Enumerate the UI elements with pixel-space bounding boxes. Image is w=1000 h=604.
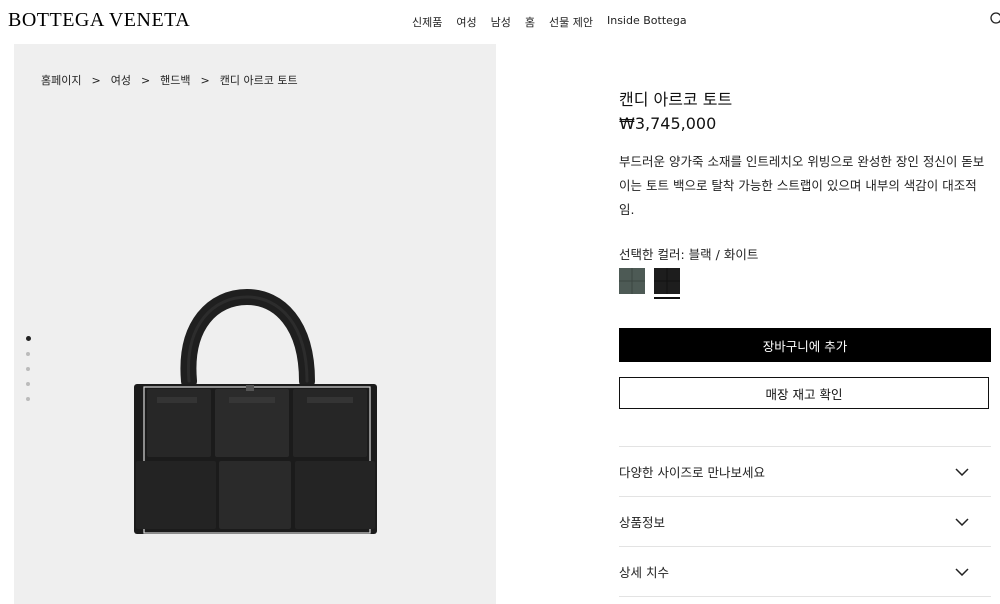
chevron-down-icon — [955, 467, 969, 476]
accordion-dimensions[interactable]: 상세 치수 — [619, 546, 991, 596]
color-swatch-green[interactable] — [619, 268, 645, 294]
accordion-label: 다양한 사이즈로 만나보세요 — [619, 465, 765, 480]
nav-item-women[interactable]: 여성 — [456, 14, 476, 30]
gallery-dot[interactable] — [26, 382, 30, 386]
nav-item-new[interactable]: 신제품 — [412, 14, 442, 30]
breadcrumb-separator: > — [140, 73, 151, 87]
gallery-dot[interactable] — [26, 367, 30, 371]
color-swatches — [619, 268, 680, 299]
accordion-product-info[interactable]: 상품정보 — [619, 496, 991, 546]
accordion-label: 상품정보 — [619, 515, 666, 530]
main-nav: 신제품 여성 남성 홈 선물 제안 Inside Bottega — [412, 14, 687, 30]
product-title: 캔디 아르코 토트 — [619, 90, 733, 109]
color-swatch-black[interactable] — [654, 268, 680, 299]
nav-item-gifts[interactable]: 선물 제안 — [549, 14, 593, 30]
chevron-down-icon — [955, 517, 969, 526]
product-image-gallery[interactable]: 홈페이지 > 여성 > 핸드백 > 캔디 아르코 토트 — [14, 44, 496, 604]
search-icon[interactable] — [989, 11, 1000, 29]
weave-pattern-icon — [654, 268, 680, 294]
accordion-divider — [619, 596, 991, 597]
check-store-stock-button[interactable]: 매장 재고 확인 — [619, 377, 989, 409]
nav-item-home[interactable]: 홈 — [525, 14, 535, 30]
site-header: BOTTEGA VENETA 신제품 여성 남성 홈 선물 제안 Inside … — [0, 0, 1000, 44]
product-image — [134, 289, 377, 534]
gallery-dot-active[interactable] — [26, 336, 31, 341]
gallery-dot[interactable] — [26, 352, 30, 356]
breadcrumb-separator: > — [91, 73, 101, 87]
gallery-pagination — [26, 336, 31, 401]
gallery-dot[interactable] — [26, 397, 30, 401]
breadcrumb-current: 캔디 아르코 토트 — [219, 74, 298, 87]
selected-swatch-indicator — [654, 297, 680, 299]
accordion-label: 상세 치수 — [619, 565, 669, 580]
breadcrumb-separator: > — [200, 73, 210, 87]
product-price: ₩3,745,000 — [619, 114, 717, 133]
add-to-cart-button[interactable]: 장바구니에 추가 — [619, 328, 991, 362]
selected-color-label: 선택한 컬러: 블랙 / 화이트 — [619, 247, 759, 262]
weave-pattern-icon — [619, 268, 645, 294]
chevron-down-icon — [955, 567, 969, 576]
accordion-sizes[interactable]: 다양한 사이즈로 만나보세요 — [619, 446, 991, 496]
nav-item-inside-bottega[interactable]: Inside Bottega — [607, 14, 687, 30]
breadcrumb-women[interactable]: 여성 — [111, 72, 131, 88]
breadcrumb: 홈페이지 > 여성 > 핸드백 > 캔디 아르코 토트 — [41, 72, 298, 88]
breadcrumb-handbags[interactable]: 핸드백 — [160, 72, 190, 88]
product-description: 부드러운 양가죽 소재를 인트레치오 위빙으로 완성한 장인 정신이 돋보이는 … — [619, 154, 985, 217]
breadcrumb-home[interactable]: 홈페이지 — [41, 72, 81, 88]
nav-item-men[interactable]: 남성 — [491, 14, 511, 30]
brand-logo[interactable]: BOTTEGA VENETA — [8, 9, 190, 32]
